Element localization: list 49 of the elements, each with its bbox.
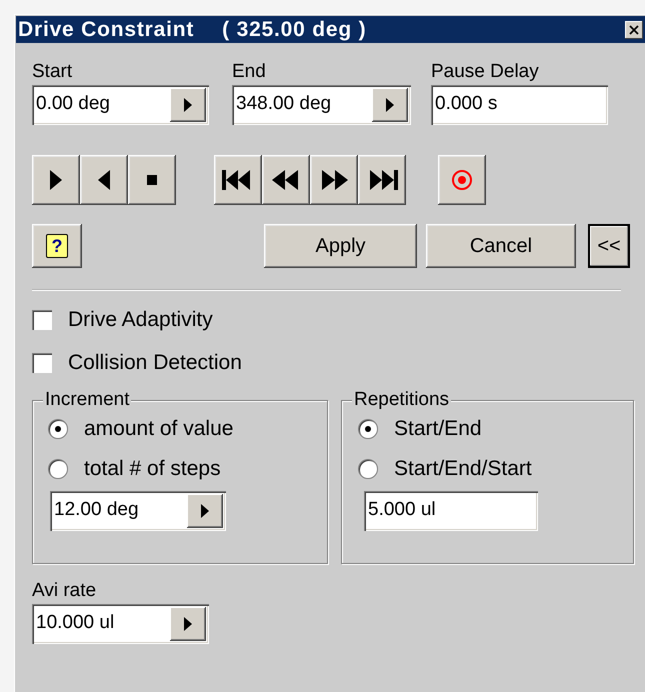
dialog-button[interactable]: Apply bbox=[264, 224, 417, 268]
triangle-icon bbox=[184, 617, 192, 631]
checkbox-label: Drive Adaptivity bbox=[68, 308, 213, 332]
triangle-icon bbox=[201, 504, 209, 518]
radio-button[interactable] bbox=[48, 419, 68, 439]
media-button[interactable] bbox=[438, 155, 486, 205]
checkbox[interactable] bbox=[32, 310, 52, 330]
field-label: Pause Delay bbox=[431, 61, 539, 83]
media-button[interactable] bbox=[310, 155, 358, 205]
checkbox[interactable] bbox=[32, 353, 52, 373]
arrow-button[interactable] bbox=[372, 88, 408, 122]
radio-button[interactable] bbox=[48, 459, 68, 479]
media-button[interactable] bbox=[262, 155, 310, 205]
triangle-icon bbox=[386, 98, 394, 112]
media-button[interactable] bbox=[32, 155, 80, 205]
value-field[interactable]: 12.00 deg bbox=[50, 491, 226, 531]
arrow-button[interactable] bbox=[187, 494, 223, 528]
media-button[interactable] bbox=[80, 155, 128, 205]
help-icon: ? bbox=[46, 234, 68, 258]
media-button[interactable] bbox=[214, 155, 262, 205]
window-title: Drive Constraint bbox=[18, 18, 194, 42]
arrow-button[interactable] bbox=[170, 88, 206, 122]
help-button[interactable]: ? bbox=[32, 224, 82, 268]
radio-button[interactable] bbox=[358, 459, 378, 479]
field-label: Start bbox=[32, 61, 72, 83]
current-value: ( 325.00 deg ) bbox=[222, 18, 366, 42]
group-title: Repetitions bbox=[352, 389, 452, 411]
checkbox-label: Collision Detection bbox=[68, 351, 242, 375]
radio-label: total # of steps bbox=[84, 457, 221, 481]
radio-button[interactable] bbox=[358, 419, 378, 439]
field-label: Avi rate bbox=[32, 580, 98, 602]
value-field[interactable]: 348.00 deg bbox=[232, 85, 411, 125]
close-icon bbox=[629, 24, 639, 34]
value-field[interactable]: 5.000 ul bbox=[364, 491, 538, 531]
record-icon bbox=[451, 169, 473, 191]
close-button[interactable] bbox=[625, 20, 643, 38]
dialog-button[interactable]: Cancel bbox=[426, 224, 576, 268]
radio-label: amount of value bbox=[84, 417, 234, 441]
media-button[interactable] bbox=[128, 155, 176, 205]
arrow-button[interactable] bbox=[170, 607, 206, 641]
radio-label: Start/End bbox=[394, 417, 482, 441]
dialog-button[interactable]: << bbox=[588, 224, 630, 268]
value-field[interactable]: 0.000 s bbox=[431, 85, 608, 125]
value-field[interactable]: 0.00 deg bbox=[32, 85, 209, 125]
media-button[interactable] bbox=[358, 155, 406, 205]
triangle-icon bbox=[184, 98, 192, 112]
radio-label: Start/End/Start bbox=[394, 457, 532, 481]
field-label: End bbox=[232, 61, 266, 83]
value-field[interactable]: 10.000 ul bbox=[32, 604, 209, 644]
